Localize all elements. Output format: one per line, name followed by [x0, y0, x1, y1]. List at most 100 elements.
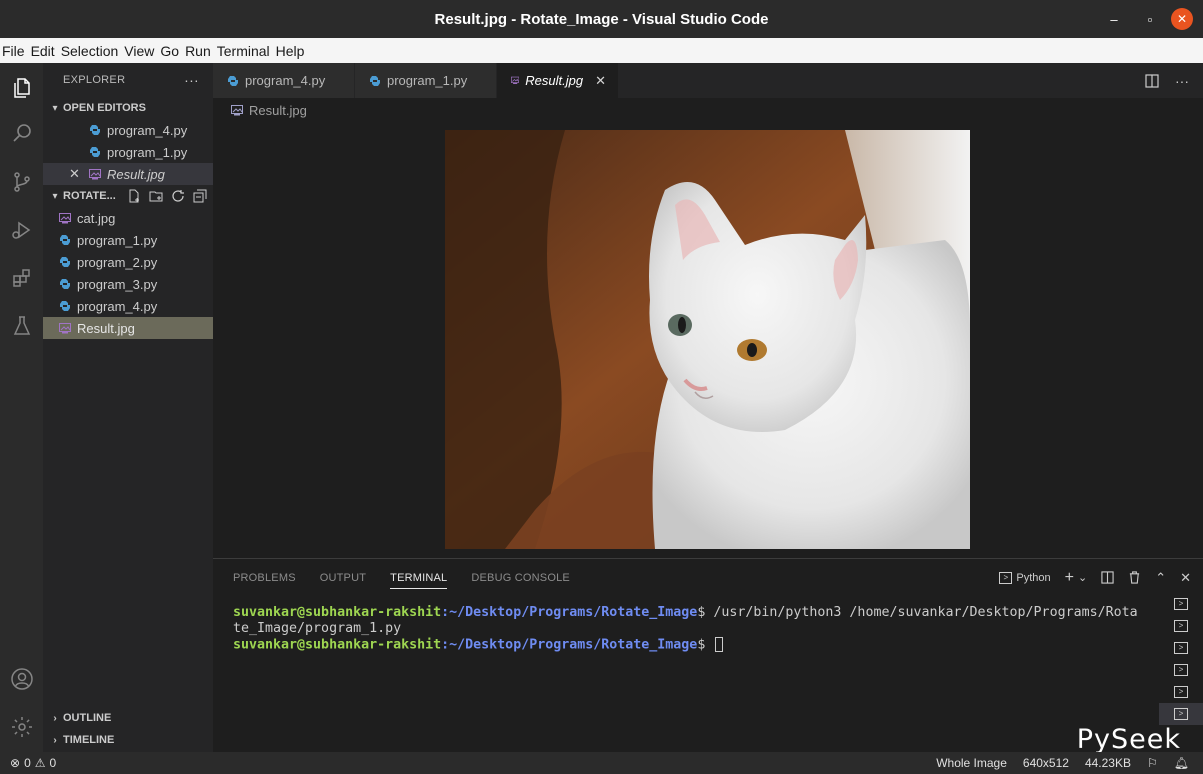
close-editor-icon[interactable]: ✕ — [69, 166, 81, 182]
account-icon[interactable] — [0, 657, 43, 701]
dimensions-status: 640x512 — [1022, 756, 1069, 770]
file-item[interactable]: program_1.py — [43, 229, 213, 251]
breadcrumb-file[interactable]: Result.jpg — [249, 103, 307, 118]
terminal-command: $ /usr/bin/python3 /home/suvankar/Deskto… — [697, 605, 1138, 620]
trash-icon[interactable] — [1128, 571, 1141, 584]
terminal-icon: > — [1174, 664, 1188, 676]
file-item-active[interactable]: Result.jpg — [43, 317, 213, 339]
terminal-instance-active[interactable]: > — [1159, 703, 1203, 725]
warning-icon: ⚠ — [34, 756, 46, 770]
menu-terminal[interactable]: Terminal — [217, 43, 276, 59]
python-file-icon — [60, 301, 70, 311]
terminal-instance[interactable]: > — [1159, 615, 1203, 637]
close-window-button[interactable]: ✕ — [1171, 8, 1193, 30]
extensions-icon[interactable] — [0, 256, 43, 300]
terminal-prompt: $ — [697, 637, 714, 653]
split-editor-icon[interactable] — [1145, 73, 1159, 88]
menu-edit[interactable]: Edit — [31, 43, 61, 59]
folder-actions — [127, 189, 213, 203]
more-actions-icon[interactable]: ··· — [1175, 73, 1189, 89]
explorer-icon[interactable] — [0, 66, 43, 110]
menu-file[interactable]: File — [2, 43, 31, 59]
chevron-down-icon[interactable]: ⌄ — [1078, 571, 1087, 584]
split-terminal-icon[interactable] — [1101, 571, 1114, 584]
menu-run[interactable]: Run — [185, 43, 217, 59]
python-file-icon — [60, 235, 70, 245]
open-editor-item[interactable]: program_4.py — [43, 119, 213, 141]
timeline-section[interactable]: › TIMELINE — [0, 729, 213, 751]
tab-program-1[interactable]: program_1.py — [355, 63, 497, 98]
file-label: program_3.py — [77, 276, 158, 292]
editor-area: program_4.py program_1.py Result.jpg ✕ ·… — [213, 63, 1203, 558]
tab-terminal[interactable]: TERMINAL — [390, 572, 448, 589]
tab-label: program_1.py — [387, 73, 468, 88]
file-label: program_1.py — [77, 232, 158, 248]
explorer-sidebar: EXPLORER ··· ▾ OPEN EDITORS program_4.py… — [43, 63, 213, 752]
file-item[interactable]: program_2.py — [43, 251, 213, 273]
open-editor-item[interactable]: program_1.py — [43, 141, 213, 163]
explorer-title: EXPLORER — [63, 74, 126, 86]
terminal-icon: > — [1174, 642, 1188, 654]
python-file-icon — [370, 75, 380, 86]
terminal-list: > > > > > > — [1159, 593, 1203, 725]
open-editor-item-active[interactable]: ✕ Result.jpg — [43, 163, 213, 185]
file-label: program_4.py — [77, 298, 158, 314]
open-editors-section[interactable]: ▾ OPEN EDITORS — [43, 97, 213, 119]
menu-selection[interactable]: Selection — [61, 43, 125, 59]
terminal-user: suvankar@subhankar-rakshit — [233, 605, 442, 620]
tab-result-jpg[interactable]: Result.jpg ✕ — [497, 63, 619, 98]
collapse-all-icon[interactable] — [193, 189, 207, 203]
new-file-icon[interactable] — [127, 189, 141, 203]
close-panel-icon[interactable]: ✕ — [1180, 570, 1191, 586]
folder-section[interactable]: ▾ ROTATE... — [43, 185, 213, 207]
editor-actions: ··· — [1145, 63, 1189, 98]
tab-program-4[interactable]: program_4.py — [213, 63, 355, 98]
python-file-icon — [60, 257, 70, 267]
file-item[interactable]: program_3.py — [43, 273, 213, 295]
run-debug-icon[interactable] — [0, 208, 43, 252]
editor-tabs: program_4.py program_1.py Result.jpg ✕ ·… — [213, 63, 1203, 98]
refresh-icon[interactable] — [171, 189, 185, 203]
terminal-instance[interactable]: > — [1159, 593, 1203, 615]
zoom-status[interactable]: Whole Image — [936, 756, 1007, 770]
notifications-bell-icon[interactable]: 🔔︎ — [1174, 756, 1189, 770]
maximize-button[interactable]: ▫ — [1135, 4, 1165, 34]
new-folder-icon[interactable] — [149, 189, 163, 203]
terminal-instance[interactable]: > — [1159, 681, 1203, 703]
menu-go[interactable]: Go — [160, 43, 185, 59]
tab-label: program_4.py — [245, 73, 326, 88]
tab-output[interactable]: OUTPUT — [320, 572, 366, 584]
file-item[interactable]: program_4.py — [43, 295, 213, 317]
file-item[interactable]: cat.jpg — [43, 207, 213, 229]
status-bar: ⊗ 0 ⚠ 0 Whole Image 640x512 44.23KB ⚐ 🔔︎ — [0, 752, 1203, 774]
menu-help[interactable]: Help — [276, 43, 311, 59]
image-file-icon — [59, 322, 71, 333]
image-file-icon — [89, 168, 101, 179]
tab-problems[interactable]: PROBLEMS — [233, 572, 296, 584]
terminal-shell-selector[interactable]: > Python — [999, 571, 1051, 584]
minimize-button[interactable]: – — [1099, 4, 1129, 34]
menu-bar: File Edit Selection View Go Run Terminal… — [0, 38, 1203, 63]
tab-debug-console[interactable]: DEBUG CONSOLE — [471, 572, 570, 584]
image-file-icon — [59, 212, 71, 223]
file-label: program_2.py — [77, 254, 158, 270]
close-tab-icon[interactable]: ✕ — [595, 73, 606, 89]
new-terminal-icon[interactable]: + — [1065, 569, 1074, 587]
maximize-panel-icon[interactable]: ⌃ — [1155, 570, 1166, 586]
terminal-output[interactable]: suvankar@subhankar-rakshit:~/Desktop/Pro… — [233, 605, 1153, 654]
chevron-down-icon: ▾ — [52, 190, 58, 202]
terminal-instance[interactable]: > — [1159, 637, 1203, 659]
feedback-icon[interactable]: ⚐ — [1147, 756, 1158, 770]
open-editors-label: OPEN EDITORS — [63, 102, 146, 114]
terminal-cursor — [715, 637, 724, 652]
search-icon[interactable] — [0, 111, 43, 155]
source-control-icon[interactable] — [0, 160, 43, 204]
menu-view[interactable]: View — [124, 43, 160, 59]
terminal-instance[interactable]: > — [1159, 659, 1203, 681]
testing-icon[interactable] — [0, 304, 43, 348]
window-controls: – ▫ ✕ — [1099, 0, 1203, 38]
problems-status[interactable]: ⊗ 0 ⚠ 0 — [0, 756, 56, 770]
tab-label: Result.jpg — [525, 73, 584, 88]
explorer-more-icon[interactable]: ··· — [184, 72, 199, 88]
outline-section[interactable]: › OUTLINE — [0, 707, 213, 729]
